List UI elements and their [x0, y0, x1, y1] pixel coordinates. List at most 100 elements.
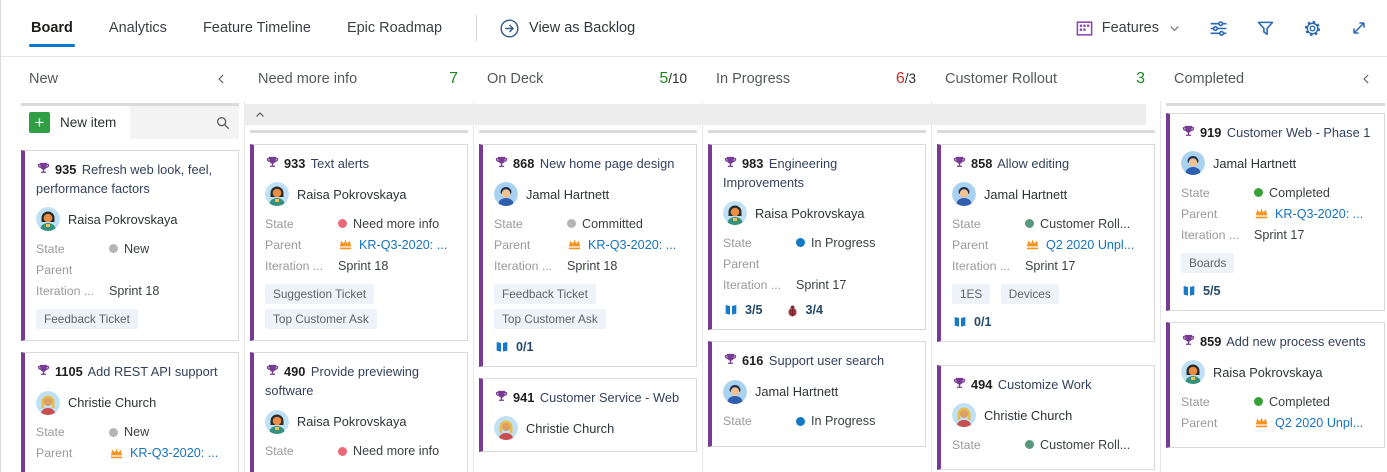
crown-icon	[338, 237, 353, 252]
tag: Top Customer Ask	[265, 309, 377, 329]
card-assignee[interactable]: Christie Church	[36, 391, 226, 415]
card[interactable]: 490 Provide previewing software Raisa Po…	[250, 352, 468, 472]
parent-value[interactable]: KR-Q3-2020: ...	[338, 237, 447, 252]
card[interactable]: 919 Customer Web - Phase 1 Jamal Hartnet…	[1166, 113, 1385, 311]
new-item-button[interactable]: + New item	[21, 106, 130, 139]
collapse-column-button[interactable]	[1360, 72, 1374, 86]
card-assignee[interactable]: Raisa Pokrovskaya	[265, 410, 455, 434]
card-title[interactable]: 494 Customize Work	[952, 375, 1142, 394]
iteration-value[interactable]: Sprint 17	[1254, 228, 1304, 242]
card-title[interactable]: 983 Engineering Improvements	[723, 154, 913, 192]
card-assignee[interactable]: Jamal Hartnett	[952, 182, 1142, 206]
state-dot	[796, 238, 805, 247]
swimlane-collapse-bar[interactable]	[244, 104, 1146, 125]
state-value[interactable]: In Progress	[811, 236, 875, 250]
card[interactable]: 494 Customize Work Christie Church State…	[937, 365, 1155, 470]
state-value[interactable]: Customer Roll...	[1040, 217, 1130, 231]
card-assignee[interactable]: Christie Church	[952, 403, 1142, 427]
state-value[interactable]: In Progress	[811, 414, 875, 428]
assignee-name: Jamal Hartnett	[526, 187, 609, 202]
fullscreen-button[interactable]	[1349, 18, 1369, 38]
iteration-value[interactable]: Sprint 17	[1025, 259, 1075, 273]
card[interactable]: 933 Text alerts Raisa Pokrovskaya State …	[250, 144, 468, 341]
state-value[interactable]: Completed	[1269, 186, 1330, 200]
column-headers: New Need more info 7 On Deck 5 /10 In Pr…	[1, 57, 1387, 101]
backlog-level-picker[interactable]: Features	[1075, 19, 1182, 38]
card[interactable]: 868 New home page design Jamal Hartnett …	[479, 144, 697, 367]
board-grid-icon	[1075, 19, 1094, 38]
card-id: 490	[282, 364, 307, 379]
view-options-button[interactable]	[1208, 18, 1229, 39]
child-tasks-rollup[interactable]: 5/5	[1181, 283, 1221, 299]
state-value[interactable]: Customer Roll...	[1040, 438, 1130, 452]
parent-value[interactable]: KR-Q3-2020: ...	[109, 446, 218, 461]
card-assignee[interactable]: Jamal Hartnett	[723, 380, 913, 404]
state-dot	[109, 244, 118, 253]
tag: Top Customer Ask	[494, 309, 606, 329]
iteration-value[interactable]: Sprint 18	[109, 284, 159, 298]
feature-trophy-icon	[723, 155, 738, 170]
iteration-value[interactable]: Sprint 18	[338, 259, 388, 273]
card-title[interactable]: 490 Provide previewing software	[265, 362, 455, 400]
card-title[interactable]: 941 Customer Service - Web	[494, 388, 684, 407]
child-bugs-rollup[interactable]: 3/4	[785, 303, 824, 318]
state-value[interactable]: Committed	[582, 217, 643, 231]
feature-trophy-icon	[952, 376, 967, 391]
settings-button[interactable]	[1302, 18, 1323, 39]
card[interactable]: 1105 Add REST API support Christie Churc…	[21, 352, 239, 472]
tab-analytics[interactable]: Analytics	[107, 0, 169, 56]
card-assignee[interactable]: Raisa Pokrovskaya	[1181, 360, 1372, 384]
tab-feature-timeline[interactable]: Feature Timeline	[201, 0, 313, 56]
parent-value[interactable]: Q2 2020 Unpl...	[1025, 237, 1134, 252]
assignee-name: Raisa Pokrovskaya	[297, 187, 407, 202]
iteration-value[interactable]: Sprint 17	[796, 278, 846, 292]
view-as-backlog-label: View as Backlog	[529, 20, 635, 36]
chevron-up-icon	[254, 109, 266, 121]
assignee-name: Raisa Pokrovskaya	[68, 212, 178, 227]
card-title[interactable]: 858 Allow editing	[952, 154, 1142, 173]
state-value[interactable]: Need more info	[353, 444, 439, 458]
column-new: + New item 935 Refresh web look, feel, p…	[16, 101, 245, 472]
card-title[interactable]: 919 Customer Web - Phase 1	[1181, 123, 1372, 142]
iteration-value[interactable]: Sprint 18	[567, 259, 617, 273]
card[interactable]: 983 Engineering Improvements Raisa Pokro…	[708, 144, 926, 330]
card-title[interactable]: 868 New home page design	[494, 154, 684, 173]
tag: Devices	[1001, 284, 1059, 304]
filter-button[interactable]	[1255, 18, 1276, 39]
parent-value[interactable]: Q2 2020 Unpl...	[1254, 415, 1363, 430]
card[interactable]: 941 Customer Service - Web Christie Chur…	[479, 378, 697, 452]
child-tasks-rollup[interactable]: 3/5	[723, 302, 763, 318]
state-value[interactable]: New	[124, 242, 149, 256]
parent-value[interactable]: KR-Q3-2020: ...	[1254, 206, 1363, 221]
tab-board[interactable]: Board	[29, 0, 75, 56]
view-as-backlog-button[interactable]: View as Backlog	[499, 18, 635, 39]
state-value[interactable]: Completed	[1269, 395, 1330, 409]
card[interactable]: 859 Add new process events Raisa Pokrovs…	[1166, 322, 1385, 448]
card[interactable]: 616 Support user search Jamal Hartnett S…	[708, 341, 926, 446]
field-label-parent: Parent	[36, 446, 109, 460]
card-id: 933	[282, 156, 307, 171]
parent-value[interactable]: KR-Q3-2020: ...	[567, 237, 676, 252]
board-area: + New item 935 Refresh web look, feel, p…	[1, 101, 1387, 472]
state-value[interactable]: Need more info	[353, 217, 439, 231]
card-title[interactable]: 859 Add new process events	[1181, 332, 1372, 351]
card-assignee[interactable]: Jamal Hartnett	[1181, 151, 1372, 175]
card-assignee[interactable]: Raisa Pokrovskaya	[723, 201, 913, 225]
card[interactable]: 858 Allow editing Jamal Hartnett State C…	[937, 144, 1155, 342]
card-title[interactable]: 1105 Add REST API support	[36, 362, 226, 381]
card-assignee[interactable]: Christie Church	[494, 416, 684, 440]
state-value[interactable]: New	[124, 425, 149, 439]
card-title[interactable]: 935 Refresh web look, feel, performance …	[36, 160, 226, 198]
card-assignee[interactable]: Jamal Hartnett	[494, 182, 684, 206]
card[interactable]: 935 Refresh web look, feel, performance …	[21, 150, 239, 341]
child-tasks-rollup[interactable]: 0/1	[494, 339, 534, 355]
tab-epic-roadmap[interactable]: Epic Roadmap	[345, 0, 444, 56]
card-title[interactable]: 616 Support user search	[723, 351, 913, 370]
child-tasks-rollup[interactable]: 0/1	[952, 314, 992, 330]
column-header-customer-rollout: Customer Rollout 3	[932, 70, 1161, 88]
card-assignee[interactable]: Raisa Pokrovskaya	[36, 207, 226, 231]
card-assignee[interactable]: Raisa Pokrovskaya	[265, 182, 455, 206]
search-button[interactable]	[215, 115, 231, 131]
collapse-column-button[interactable]	[215, 72, 229, 86]
card-title[interactable]: 933 Text alerts	[265, 154, 455, 173]
